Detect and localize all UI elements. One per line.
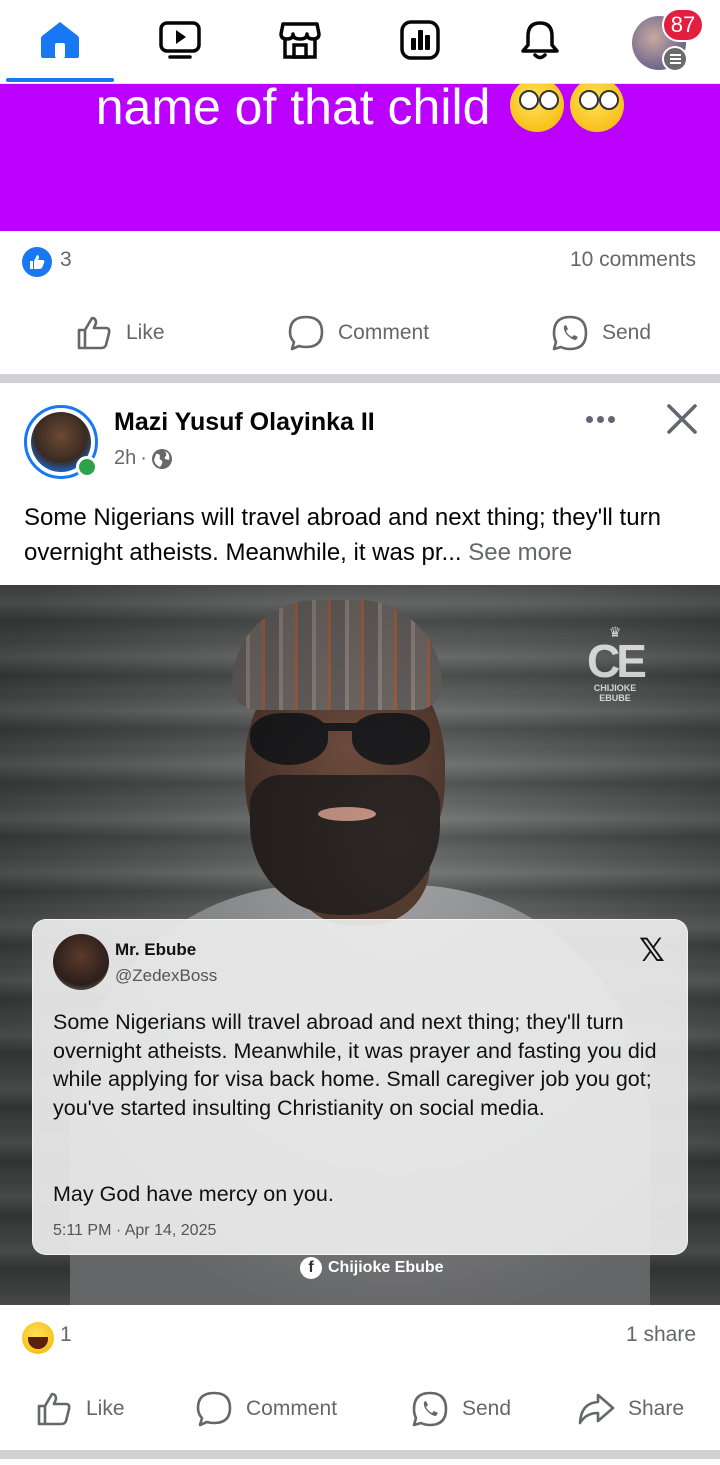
reaction-summary: 1 1 share xyxy=(0,1306,720,1366)
tweet-body-closing: May God have mercy on you. xyxy=(53,1182,334,1206)
nav-marketplace[interactable] xyxy=(270,12,330,68)
like-icon xyxy=(77,316,111,350)
tweet-author-name: Mr. Ebube xyxy=(115,940,197,959)
tweet-body: Some Nigerians will travel abroad and ne… xyxy=(53,1010,657,1120)
tweet-handle: @ZedexBoss xyxy=(115,966,218,985)
share-button[interactable]: Share xyxy=(576,1377,684,1441)
like-button[interactable]: Like xyxy=(34,1377,125,1441)
whatsapp-icon xyxy=(412,1391,448,1427)
eye-roll-emoji-icon xyxy=(570,84,625,132)
post-text: Some Nigerians will travel abroad and ne… xyxy=(24,500,704,570)
comment-label: Comment xyxy=(246,1397,338,1420)
send-label: Send xyxy=(462,1397,512,1420)
whatsapp-icon xyxy=(552,315,588,351)
post-action-bar: Like Comment Send xyxy=(0,301,720,365)
comment-icon xyxy=(288,315,324,351)
nav-home[interactable] xyxy=(30,12,90,68)
x-logo-icon: 𝕏 xyxy=(639,932,665,968)
like-reaction-icon xyxy=(22,247,52,277)
tweet-timestamp: 5:11 PM · Apr 14, 2025 xyxy=(53,1222,217,1239)
nav-notifications[interactable] xyxy=(510,12,570,68)
reaction-count[interactable]: 3 xyxy=(60,248,72,272)
online-status-indicator xyxy=(76,456,98,478)
share-count[interactable]: 1 share xyxy=(626,1323,696,1347)
post-meta: 2h · xyxy=(114,447,173,470)
feed-separator xyxy=(0,374,720,383)
tweet-avatar xyxy=(53,934,109,990)
nav-video[interactable] xyxy=(150,12,210,68)
like-label: Like xyxy=(126,321,165,344)
share-label: Share xyxy=(628,1397,685,1420)
like-label: Like xyxy=(86,1397,125,1420)
facebook-icon: f xyxy=(300,1257,322,1279)
send-label: Send xyxy=(602,321,652,344)
marketplace-icon xyxy=(279,22,321,59)
more-options-button[interactable] xyxy=(580,404,620,434)
like-icon xyxy=(37,1392,71,1426)
comment-icon xyxy=(196,1391,232,1427)
globe-icon xyxy=(151,448,172,469)
watermark-logo: CE xyxy=(587,635,647,687)
text-post-fragment: name of that child xyxy=(95,84,491,135)
home-icon xyxy=(41,22,79,58)
post-action-bar: Like Comment Send Share xyxy=(0,1377,720,1441)
photo-credit-name: Chijioke Ebube xyxy=(328,1259,444,1276)
post-photo[interactable]: ♛ CE CHIJIOKE EBUBE Mr. Ebube @ZedexBoss… xyxy=(0,585,720,1305)
see-more-link[interactable]: See more xyxy=(468,539,572,566)
close-icon[interactable] xyxy=(664,401,700,437)
tweet-card: Mr. Ebube @ZedexBoss 𝕏 Some Nigerians wi… xyxy=(32,919,688,1255)
comment-count[interactable]: 10 comments xyxy=(570,248,696,272)
author-name[interactable]: Mazi Yusuf Olayinka II xyxy=(114,408,375,437)
text-post-content: name of that child xyxy=(0,84,720,132)
meta-separator: · xyxy=(140,447,147,469)
reaction-summary: 3 10 comments xyxy=(0,231,720,291)
eye-roll-emoji-icon xyxy=(510,84,565,132)
comment-button[interactable]: Comment xyxy=(194,1377,337,1441)
post-time[interactable]: 2h xyxy=(114,447,136,470)
active-tab-indicator xyxy=(6,78,114,82)
photo-credit: f Chijioke Ebube xyxy=(300,1257,444,1279)
feed-separator xyxy=(0,1450,720,1459)
notification-badge: 87 xyxy=(662,8,704,42)
comment-button[interactable]: Comment xyxy=(286,301,429,365)
dashboard-icon xyxy=(400,20,440,60)
watermark: ♛ CE CHIJIOKE EBUBE xyxy=(580,625,650,703)
text-post-background[interactable]: name of that child xyxy=(0,84,720,231)
share-icon xyxy=(578,1393,615,1425)
reaction-count[interactable]: 1 xyxy=(60,1323,72,1347)
bell-icon xyxy=(521,21,559,60)
top-navigation-bar: 87 xyxy=(0,0,720,84)
like-button[interactable]: Like xyxy=(74,301,165,365)
haha-reaction-icon xyxy=(22,1322,54,1354)
video-icon xyxy=(159,21,201,59)
menu-icon[interactable] xyxy=(662,46,688,72)
send-button[interactable]: Send xyxy=(410,1377,511,1441)
send-button[interactable]: Send xyxy=(550,301,651,365)
nav-dashboard[interactable] xyxy=(390,12,450,68)
comment-label: Comment xyxy=(338,321,430,344)
